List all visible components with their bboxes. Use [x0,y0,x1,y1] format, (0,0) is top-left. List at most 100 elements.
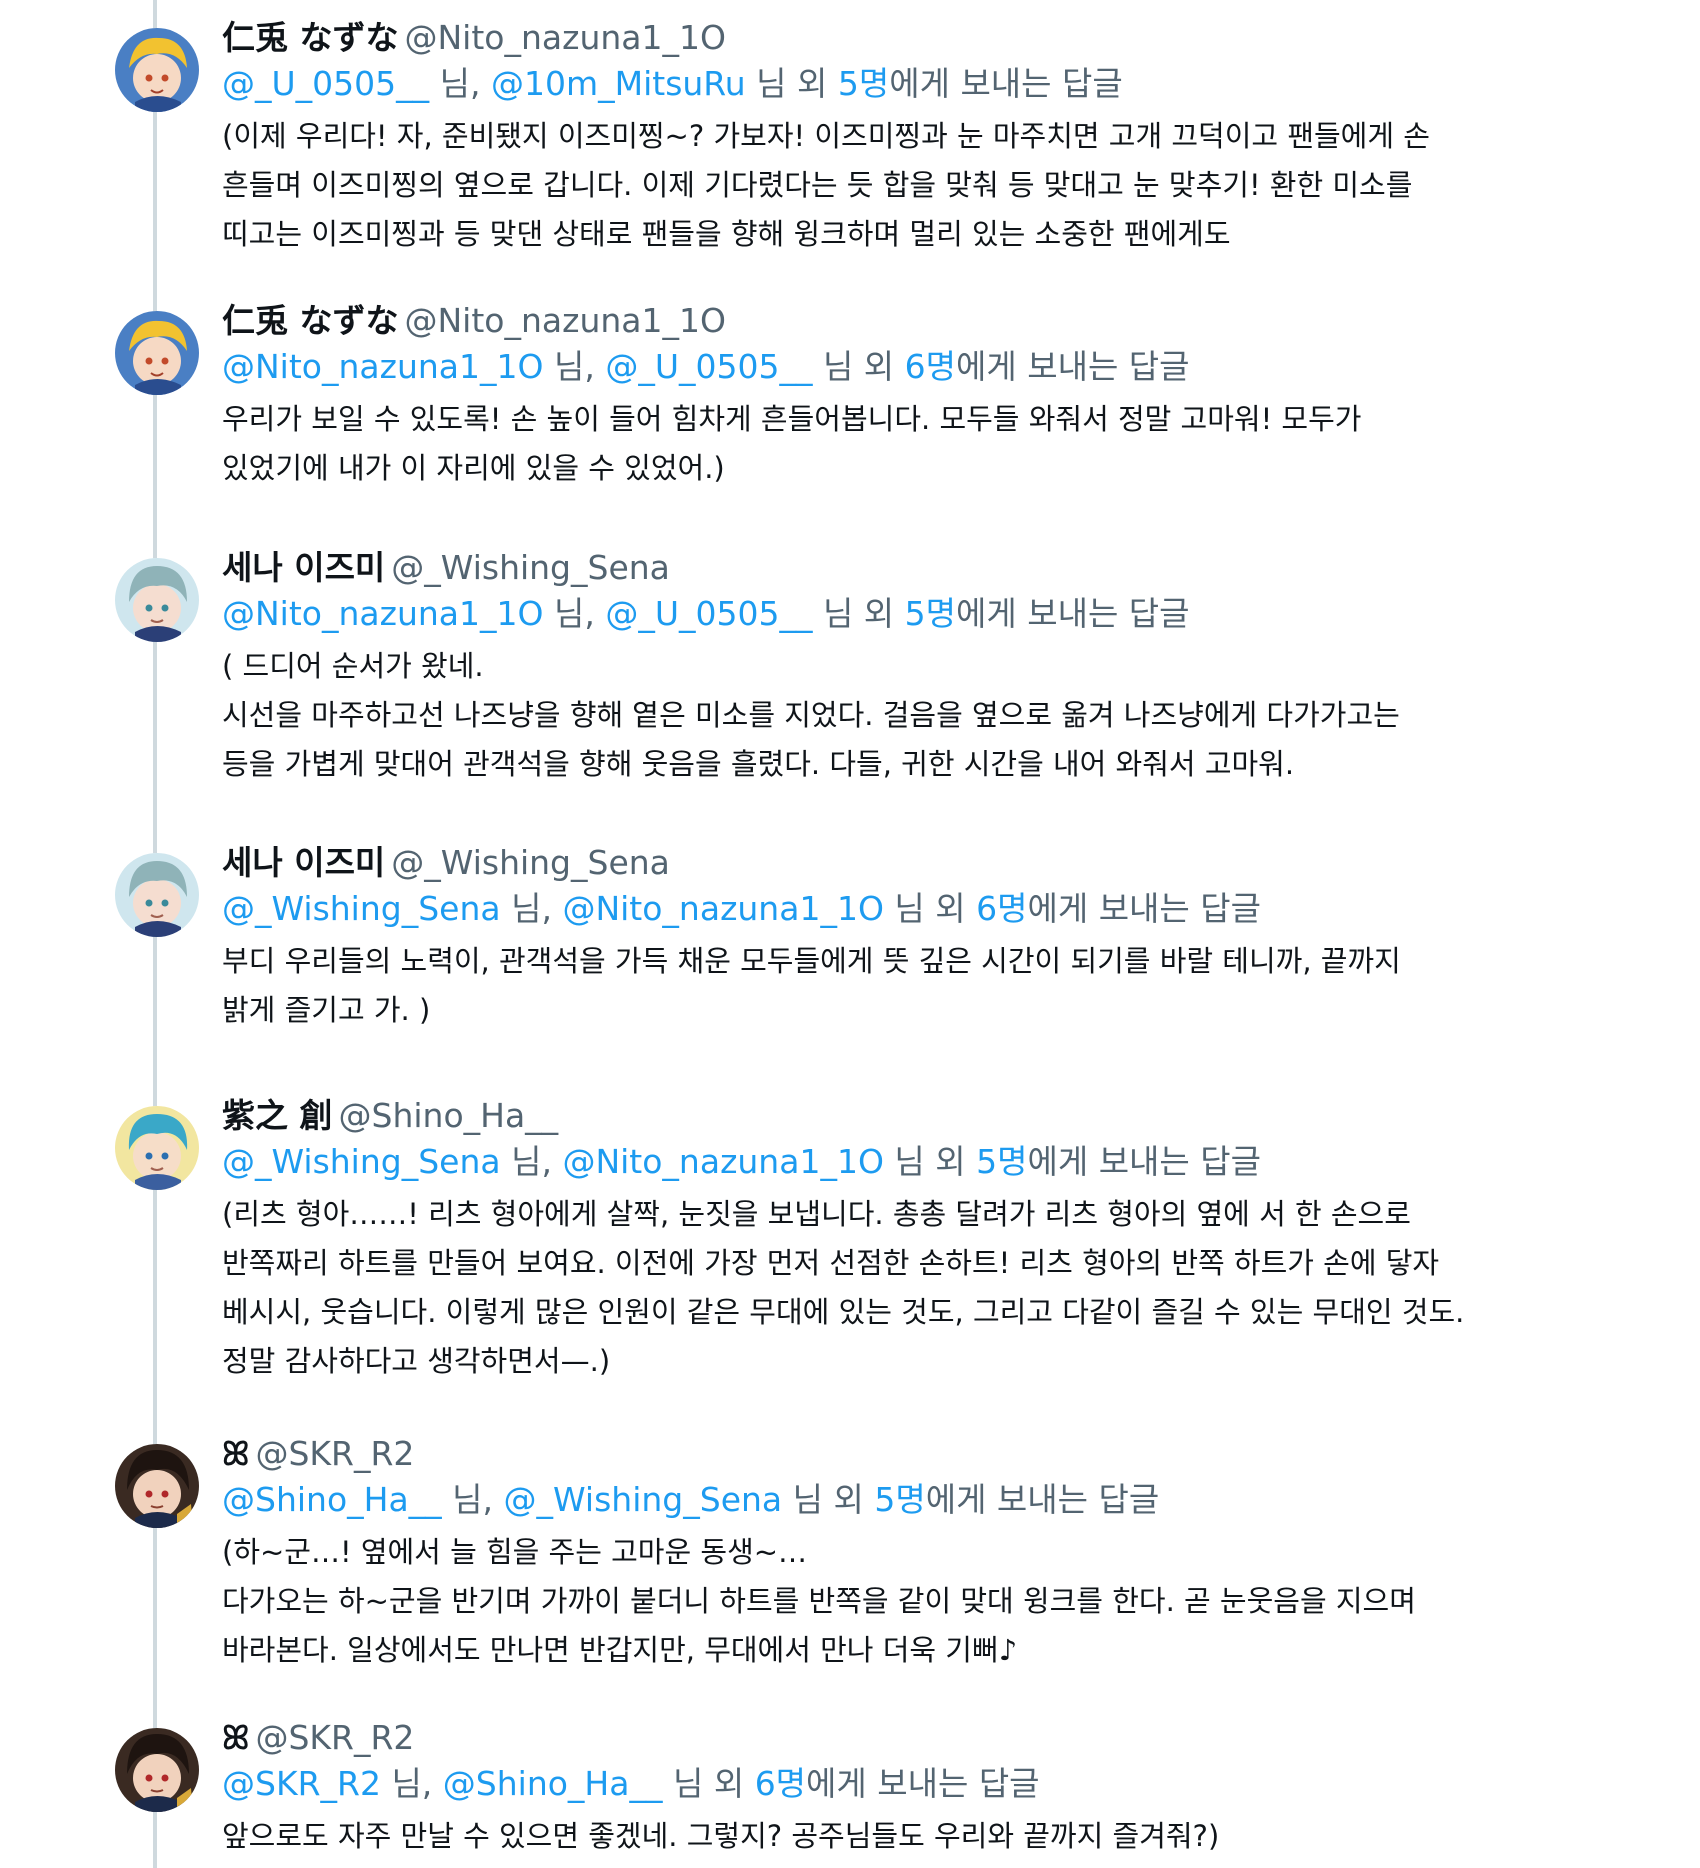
tweet-text-line: 정말 감사하다고 생각하면서—.) [222,1344,611,1378]
avatar[interactable] [115,311,199,395]
mention-link[interactable]: @Nito_nazuna1_1O [222,347,543,386]
user-handle[interactable]: @Shino_Ha__ [339,1096,559,1135]
nim-label: 님 [782,1480,823,1519]
nim-label: 님 [745,64,787,103]
replying-suffix: 에게 보내는 답글 [889,64,1123,103]
mention-link[interactable]: @Shino_Ha__ [222,1480,442,1519]
tweet-text-line: 우리가 보일 수 있도록! 손 높이 들어 힘차게 흔들어봅니다. 모두들 와줘… [222,402,1362,436]
mention-link[interactable]: @Nito_nazuna1_1O [562,889,883,928]
replying-to: @Nito_nazuna1_1O 님, @_U_0505__ 님 외 5명에게 … [222,590,1522,638]
replying-to: @Nito_nazuna1_1O 님, @_U_0505__ 님 외 6명에게 … [222,343,1522,391]
replying-suffix: 에게 보내는 답글 [956,347,1190,386]
mention-link[interactable]: @_Wishing_Sena [222,1142,501,1181]
nim-label: 님 [883,1142,925,1181]
avatar[interactable] [115,28,199,112]
tweet-header: 仁兎 なずな @Nito_nazuna1_1O [222,16,1522,60]
display-name[interactable]: 仁兎 なずな [222,301,399,340]
replying-suffix: 에게 보내는 답글 [806,1764,1040,1803]
others-count-link[interactable]: 5명 [838,64,889,103]
others-prefix: 외 [853,594,905,633]
tweet-text-line: (리츠 형아……! 리츠 형아에게 살짝, 눈짓을 보냅니다. 총총 달려가 리… [222,1197,1411,1231]
others-prefix: 외 [853,347,905,386]
tweet-header: 세나 이즈미 @_Wishing_Sena [222,546,1522,590]
display-name[interactable]: 紫之 創 [222,1096,333,1135]
mention-link[interactable]: @10m_MitsuRu [491,64,746,103]
others-count-link[interactable]: 6명 [976,889,1027,928]
avatar[interactable] [115,853,199,937]
mention-link[interactable]: @_U_0505__ [605,594,812,633]
replying-to: @SKR_R2 님, @Shino_Ha__ 님 외 6명에게 보내는 답글 [222,1760,1522,1808]
tweet-text-line: 등을 가볍게 맞대어 관객석을 향해 웃음을 흘렸다. 다들, 귀한 시간을 내… [222,747,1295,781]
user-handle[interactable]: @Nito_nazuna1_1O [405,301,726,340]
tweet-header: 紫之 創 @Shino_Ha__ [222,1094,1522,1138]
display-name[interactable]: 仁兎 なずな [222,18,399,57]
mention-link[interactable]: @_U_0505__ [605,347,812,386]
others-count-link[interactable]: 5명 [976,1142,1027,1181]
others-prefix: 외 [786,64,838,103]
others-count-link[interactable]: 5명 [874,1480,925,1519]
others-count-link[interactable]: 6명 [755,1764,806,1803]
others-prefix: 외 [823,1480,875,1519]
user-handle[interactable]: @_Wishing_Sena [391,843,670,882]
others-count-link[interactable]: 6명 [905,347,956,386]
nim-label: 님 [662,1764,704,1803]
avatar[interactable] [115,1106,199,1190]
avatar[interactable] [115,558,199,642]
replying-suffix: 에게 보내는 답글 [956,594,1190,633]
mention-separator: 님, [429,64,481,103]
mention-link[interactable]: @_Wishing_Sena [504,1480,783,1519]
display-name[interactable]: ꕤ [222,1434,249,1473]
mention-link[interactable]: @_U_0505__ [222,64,429,103]
mention-link[interactable]: @SKR_R2 [222,1764,381,1803]
display-name[interactable]: ꕤ [222,1718,249,1757]
avatar[interactable] [115,1728,199,1812]
nim-label: 님 [883,889,925,928]
tweet-text-line: ( 드디어 순서가 왔네. [222,649,484,683]
user-handle[interactable]: @SKR_R2 [255,1434,414,1473]
mention-separator: 님, [543,347,595,386]
others-count-link[interactable]: 5명 [905,594,956,633]
replying-suffix: 에게 보내는 답글 [1027,1142,1261,1181]
display-name[interactable]: 세나 이즈미 [222,548,385,587]
mention-link[interactable]: @Nito_nazuna1_1O [562,1142,883,1181]
mention-link[interactable]: @Shino_Ha__ [443,1764,663,1803]
tweet-header: 세나 이즈미 @_Wishing_Sena [222,841,1522,885]
tweet-text-line: 밝게 즐기고 가. ) [222,993,431,1027]
nim-label: 님 [812,347,854,386]
tweet-text-line: 앞으로도 자주 만날 수 있으면 좋겠네. 그렇지? 공주님들도 우리와 끝까지… [222,1819,1220,1853]
tweet-text-line: 시선을 마주하고선 나즈냥을 향해 옅은 미소를 지었다. 걸음을 옆으로 옮겨… [222,698,1400,732]
tweet-text-line: (이제 우리다! 자, 준비됐지 이즈미찡~? 가보자! 이즈미찡과 눈 마주치… [222,119,1430,153]
tweet-text-line: 바라본다. 일상에서도 만나면 반갑지만, 무대에서 만나 더욱 기뻐♪ [222,1633,1018,1667]
user-handle[interactable]: @SKR_R2 [255,1718,414,1757]
replying-to: @_Wishing_Sena 님, @Nito_nazuna1_1O 님 외 5… [222,1138,1522,1186]
tweet-text-line: 반쪽짜리 하트를 만들어 보여요. 이전에 가장 먼저 선점한 손하트! 리츠 … [222,1246,1440,1280]
mention-separator: 님, [441,1480,494,1519]
user-handle[interactable]: @_Wishing_Sena [391,548,670,587]
replying-suffix: 에게 보내는 답글 [925,1480,1160,1519]
tweet-header: 仁兎 なずな @Nito_nazuna1_1O [222,299,1522,343]
tweet-text-line: 흔들며 이즈미찡의 옆으로 갑니다. 이제 기다렸다는 듯 합을 맞춰 등 맞대… [222,168,1413,202]
nim-label: 님 [812,594,854,633]
others-prefix: 외 [924,1142,977,1181]
tweet-text-line: 베시시, 웃습니다. 이렇게 많은 인원이 같은 무대에 있는 것도, 그리고 … [222,1295,1465,1329]
others-prefix: 외 [924,889,977,928]
replying-suffix: 에게 보내는 답글 [1027,889,1261,928]
mention-link[interactable]: @Nito_nazuna1_1O [222,594,543,633]
replying-to: @_Wishing_Sena 님, @Nito_nazuna1_1O 님 외 6… [222,885,1522,933]
tweet-header: ꕤ @SKR_R2 [222,1716,1522,1760]
tweet-text-line: 부디 우리들의 노력이, 관객석을 가득 채운 모두들에게 뜻 깊은 시간이 되… [222,944,1401,978]
mention-separator: 님, [500,889,552,928]
others-prefix: 외 [703,1764,755,1803]
mention-link[interactable]: @_Wishing_Sena [222,889,501,928]
tweet-text-line: 있었기에 내가 이 자리에 있을 수 있었어.) [222,451,725,485]
tweet-text-line: (하~군…! 옆에서 늘 힘을 주는 고마운 동생~… [222,1535,808,1569]
tweet-text-line: 다가오는 하~군을 반기며 가까이 붙더니 하트를 반쪽을 같이 맞대 윙크를 … [222,1584,1416,1618]
replying-to: @Shino_Ha__ 님, @_Wishing_Sena 님 외 5명에게 보… [222,1476,1522,1524]
mention-separator: 님, [543,594,595,633]
mention-separator: 님, [500,1142,552,1181]
mention-separator: 님, [380,1764,433,1803]
avatar[interactable] [115,1444,199,1528]
display-name[interactable]: 세나 이즈미 [222,843,385,882]
tweet-header: ꕤ @SKR_R2 [222,1432,1522,1476]
user-handle[interactable]: @Nito_nazuna1_1O [405,18,726,57]
